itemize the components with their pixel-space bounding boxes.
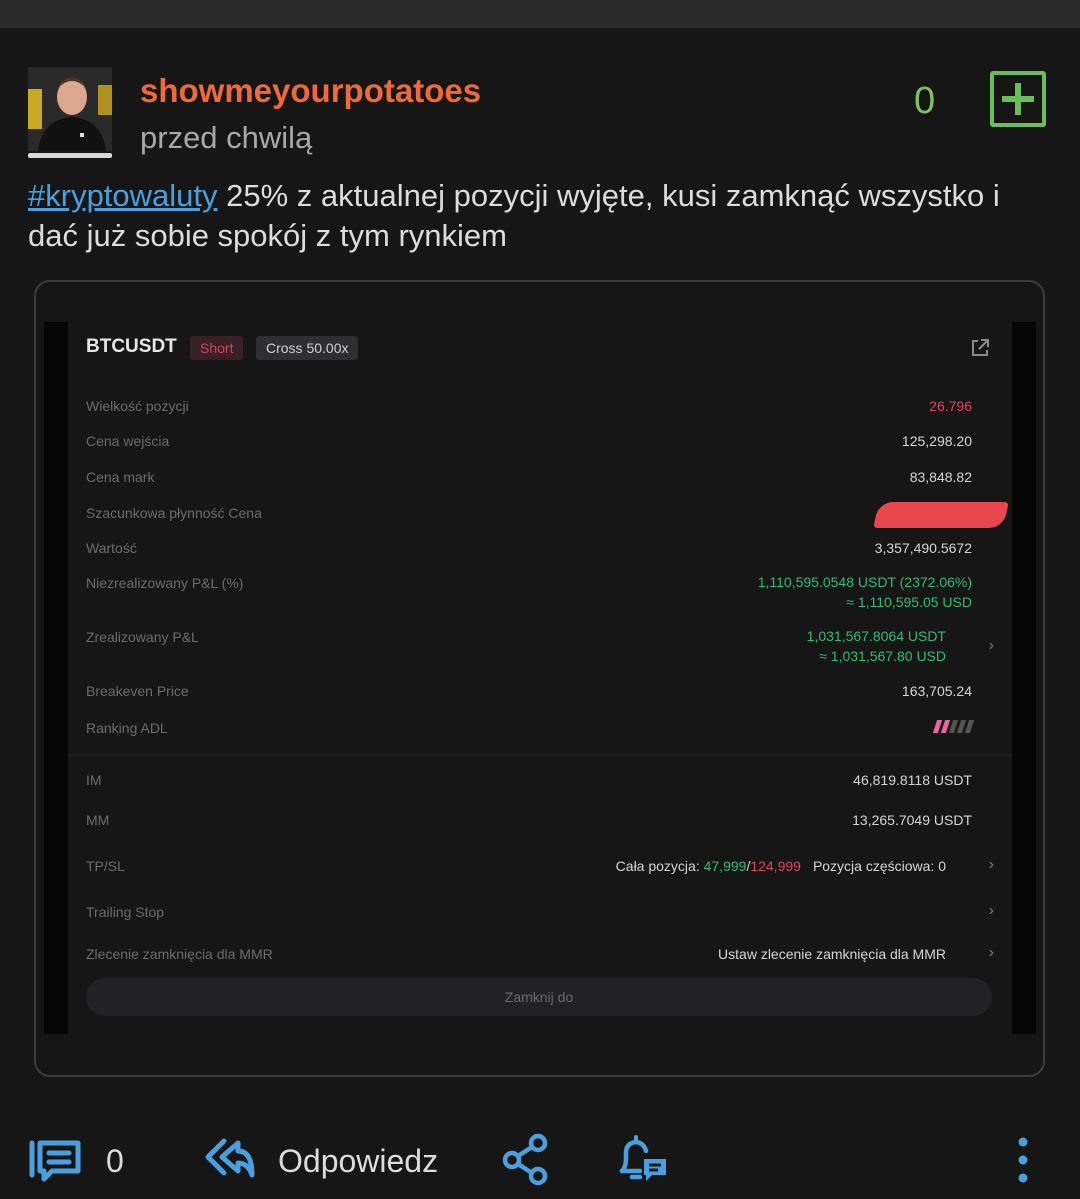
label-realized-pnl: Zrealizowany P&L [86, 629, 199, 645]
chevron-right-icon[interactable]: › [989, 637, 994, 655]
comment-count: 0 [106, 1143, 124, 1179]
avatar[interactable] [28, 67, 112, 159]
post-body: #kryptowaluty 25% z aktualnej pozycji wy… [28, 176, 1058, 256]
label-mark-price: Cena mark [86, 469, 155, 485]
share-icon[interactable] [500, 1133, 552, 1185]
side-badge: Short [190, 336, 244, 360]
symbol-title: BTCUSDT [86, 336, 177, 357]
label-im: IM [86, 772, 102, 788]
more-options-icon[interactable] [1014, 1135, 1032, 1185]
value-entry-price: 125,298.20 [901, 433, 972, 449]
chevron-right-icon[interactable]: › [989, 856, 994, 874]
tpsl-full-label: Cała pozycja: [615, 858, 704, 874]
adl-bar [964, 720, 975, 733]
plus-icon [1002, 83, 1034, 115]
tpsl-partial: Pozycja częściowa: 0 [812, 858, 946, 874]
comments-icon[interactable] [28, 1137, 84, 1185]
chevron-right-icon[interactable]: › [989, 902, 994, 920]
value-realized-pnl: 1,031,567.8064 USDT [806, 628, 946, 644]
value-mm: 13,265.7049 USDT [852, 812, 972, 828]
label-adl-ranking: Ranking ADL [86, 720, 168, 736]
value-im: 46,819.8118 USDT [853, 772, 972, 788]
upvote-button[interactable] [990, 71, 1046, 127]
label-mmr-close: Zlecenie zamknięcia dla MMR [86, 946, 273, 962]
label-entry-price: Cena wejścia [86, 433, 170, 449]
vote-count: 0 [914, 80, 936, 122]
label-tpsl: TP/SL [86, 858, 125, 874]
post-time: przed chwilą [140, 120, 313, 155]
redaction-mark [873, 502, 1009, 528]
value-breakeven-price: 163,705.24 [901, 683, 972, 699]
notification-bell-icon[interactable] [614, 1133, 670, 1187]
adl-indicator [932, 720, 975, 738]
action-bar: 0 Odpowiedz [0, 1115, 1080, 1199]
avatar-underline [28, 153, 112, 158]
value-unrealized-pnl-usd: ≈ 1,110,595.05 USD [846, 594, 972, 610]
value-value: 3,357,490.5672 [874, 540, 972, 556]
external-link-icon [972, 339, 989, 356]
label-unrealized-pnl: Niezrealizowany P&L (%) [86, 575, 244, 591]
value-mark-price: 83,848.82 [909, 469, 972, 485]
position-screenshot: BTCUSDT Short Cross 50.00x Wielkość pozy… [44, 322, 1036, 1034]
reply-icon[interactable] [204, 1135, 256, 1181]
tp-value: 47,999 [703, 858, 747, 874]
value-tpsl[interactable]: Cała pozycja: 47,999/124,999 Pozycja częś… [616, 858, 946, 874]
label-breakeven-price: Breakeven Price [86, 683, 189, 699]
close-position-button[interactable]: Zamknij do [86, 978, 992, 1016]
reply-button[interactable]: Odpowiedz [278, 1143, 438, 1180]
label-value: Wartość [86, 540, 137, 556]
margin-mode-badge: Cross 50.00x [256, 336, 359, 360]
label-mm: MM [86, 812, 110, 828]
section-divider [68, 754, 1012, 756]
tag-link[interactable]: #kryptowaluty [28, 178, 218, 213]
chevron-right-icon[interactable]: › [989, 944, 994, 962]
sl-value: 124,999 [750, 858, 801, 874]
position-panel: BTCUSDT Short Cross 50.00x Wielkość pozy… [68, 322, 1012, 1034]
label-liquidation-price: Szacunkowa płynność Cena [86, 505, 262, 521]
label-position-size: Wielkość pozycji [86, 398, 189, 414]
author-username[interactable]: showmeyourpotatoes [140, 72, 481, 110]
label-trailing-stop: Trailing Stop [86, 904, 165, 920]
value-realized-pnl-usd: ≈ 1,031,567.80 USD [819, 648, 946, 664]
avatar-photo [28, 67, 112, 151]
value-mmr-close[interactable]: Ustaw zlecenie zamknięcia dla MMR [718, 946, 946, 962]
value-position-size: 26.796 [929, 398, 972, 414]
top-bar [0, 0, 1080, 28]
value-unrealized-pnl: 1,110,595.0548 USDT (2372.06%) [757, 574, 972, 590]
